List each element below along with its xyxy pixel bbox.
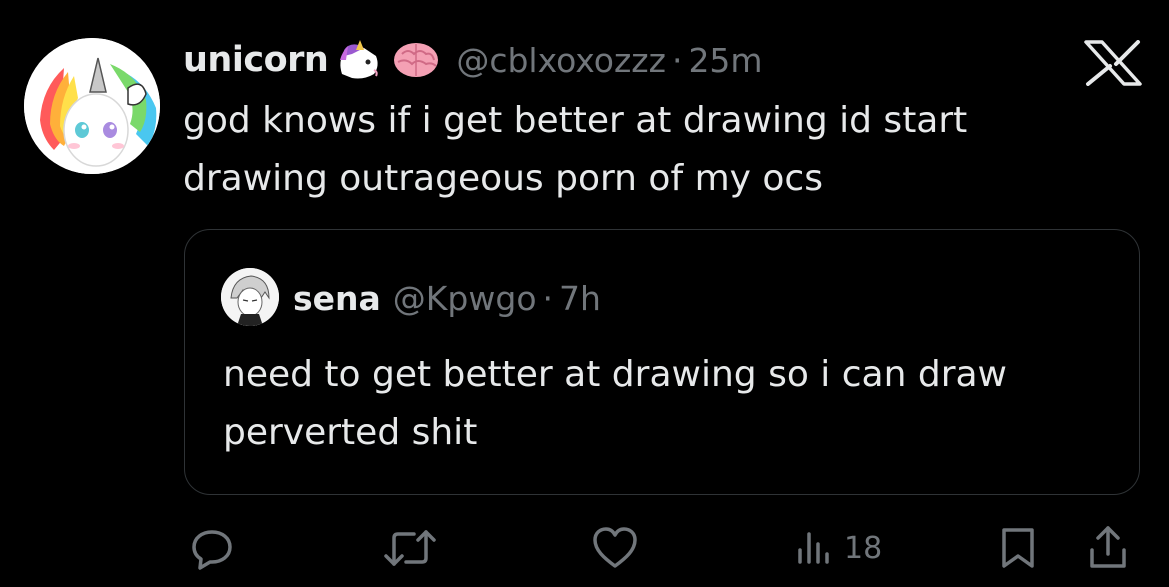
bookmark-button[interactable] bbox=[996, 524, 1040, 572]
reply-button[interactable] bbox=[188, 524, 236, 572]
quoted-tweet-text: need to get better at drawing so i can d… bbox=[223, 354, 1008, 453]
author-avatar[interactable] bbox=[24, 38, 160, 174]
reply-icon bbox=[188, 524, 236, 572]
views-count: 18 bbox=[844, 530, 883, 566]
tweet-header: unicorn @cblxoxozzz · 25m bbox=[183, 30, 763, 90]
author-display-name[interactable]: unicorn bbox=[183, 40, 329, 80]
bookmark-icon bbox=[996, 524, 1040, 572]
views-icon bbox=[794, 524, 834, 572]
x-logo-icon bbox=[1082, 40, 1144, 86]
quoted-tweet-header: sena @Kpwgo · 7h bbox=[293, 274, 601, 322]
author-handle[interactable]: @cblxoxozzz bbox=[456, 41, 666, 80]
separator-dot: · bbox=[542, 278, 554, 318]
unicorn-icon bbox=[334, 38, 386, 82]
share-button[interactable] bbox=[1086, 524, 1130, 572]
share-icon bbox=[1086, 524, 1130, 572]
quoted-author-display-name[interactable]: sena bbox=[293, 279, 381, 318]
brain-icon bbox=[390, 38, 442, 82]
retweet-icon bbox=[384, 524, 436, 572]
tweet-text: god knows if i get better at drawing id … bbox=[183, 100, 968, 199]
views-button[interactable]: 18 bbox=[794, 524, 882, 572]
quoted-tweet-timestamp[interactable]: 7h bbox=[559, 279, 601, 318]
quoted-author-handle[interactable]: @Kpwgo bbox=[393, 279, 537, 318]
heart-icon bbox=[590, 524, 640, 572]
like-button[interactable] bbox=[590, 524, 640, 572]
tweet-timestamp[interactable]: 25m bbox=[688, 41, 762, 80]
quoted-author-avatar[interactable] bbox=[221, 268, 279, 326]
retweet-button[interactable] bbox=[384, 524, 436, 572]
display-name-emojis bbox=[334, 38, 442, 82]
separator-dot: · bbox=[671, 40, 683, 80]
quoted-tweet-card[interactable]: sena @Kpwgo · 7h need to get better at d… bbox=[184, 229, 1140, 495]
